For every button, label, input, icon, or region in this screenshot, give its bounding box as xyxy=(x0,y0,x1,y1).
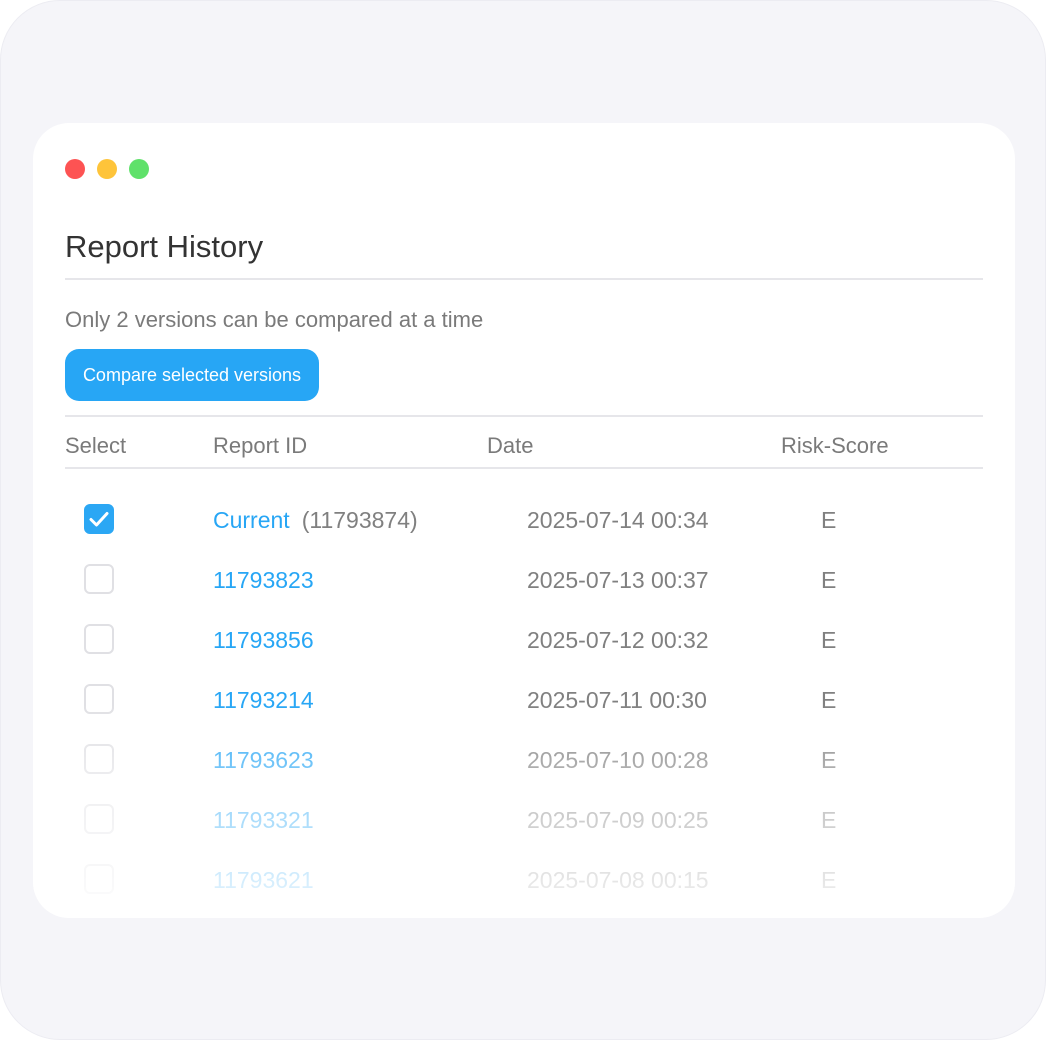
report-date: 2025-07-13 00:37 xyxy=(527,567,709,593)
header-bottom-divider xyxy=(65,467,983,469)
report-id-number: (11793874) xyxy=(301,507,418,533)
row-checkbox[interactable] xyxy=(84,504,114,534)
close-window-button[interactable] xyxy=(65,159,85,179)
maximize-window-button[interactable] xyxy=(129,159,149,179)
row-checkbox[interactable] xyxy=(84,684,114,714)
window-controls xyxy=(65,159,149,179)
compare-selected-versions-button[interactable]: Compare selected versions xyxy=(65,349,319,401)
checkmark-icon xyxy=(89,512,109,527)
table-row: 11793214 2025-07-11 00:30 E xyxy=(33,681,1015,721)
report-id-link[interactable]: Current (11793874) xyxy=(213,505,418,535)
report-date: 2025-07-14 00:34 xyxy=(527,507,709,533)
column-header-date: Date xyxy=(487,433,534,458)
page-frame: Report History Only 2 versions can be co… xyxy=(0,0,1046,1040)
header-top-divider xyxy=(65,415,983,417)
risk-score: E xyxy=(821,507,837,533)
report-date: 2025-07-10 00:28 xyxy=(527,747,709,773)
report-id-link[interactable]: 11793856 xyxy=(213,625,314,655)
column-header-report-id: Report ID xyxy=(213,433,308,458)
row-checkbox[interactable] xyxy=(84,624,114,654)
report-date: 2025-07-12 00:32 xyxy=(527,627,709,653)
report-history-window: Report History Only 2 versions can be co… xyxy=(33,123,1015,918)
risk-score: E xyxy=(821,567,837,593)
report-date: 2025-07-08 00:15 xyxy=(527,867,709,893)
report-date: 2025-07-11 00:30 xyxy=(527,687,707,713)
table-row: 11793321 2025-07-09 00:25 E xyxy=(33,801,1015,841)
title-divider xyxy=(65,278,983,280)
column-header-select: Select xyxy=(65,433,127,458)
report-id-link[interactable]: 11793621 xyxy=(213,865,314,895)
risk-score: E xyxy=(821,867,837,893)
report-date: 2025-07-09 00:25 xyxy=(527,807,709,833)
minimize-window-button[interactable] xyxy=(97,159,117,179)
report-id-link[interactable]: 11793823 xyxy=(213,565,314,595)
column-header-risk-score: Risk-Score xyxy=(781,433,889,458)
row-checkbox[interactable] xyxy=(84,864,114,894)
report-id-link[interactable]: 11793321 xyxy=(213,805,314,835)
risk-score: E xyxy=(821,747,837,773)
table-row: 11793856 2025-07-12 00:32 E xyxy=(33,621,1015,661)
risk-score: E xyxy=(821,807,837,833)
table-row: 11793823 2025-07-13 00:37 E xyxy=(33,561,1015,601)
compare-hint: Only 2 versions can be compared at a tim… xyxy=(65,307,484,332)
risk-score: E xyxy=(821,687,837,713)
report-id-link[interactable]: 11793214 xyxy=(213,685,314,715)
row-checkbox[interactable] xyxy=(84,564,114,594)
report-id-link[interactable]: 11793623 xyxy=(213,745,314,775)
table-row: Current (11793874) 2025-07-14 00:34 E xyxy=(33,501,1015,541)
risk-score: E xyxy=(821,627,837,653)
table-row: 11793623 2025-07-10 00:28 E xyxy=(33,741,1015,781)
row-checkbox[interactable] xyxy=(84,744,114,774)
page-title: Report History xyxy=(65,229,264,264)
row-checkbox[interactable] xyxy=(84,804,114,834)
table-row: 11793621 2025-07-08 00:15 E xyxy=(33,861,1015,901)
